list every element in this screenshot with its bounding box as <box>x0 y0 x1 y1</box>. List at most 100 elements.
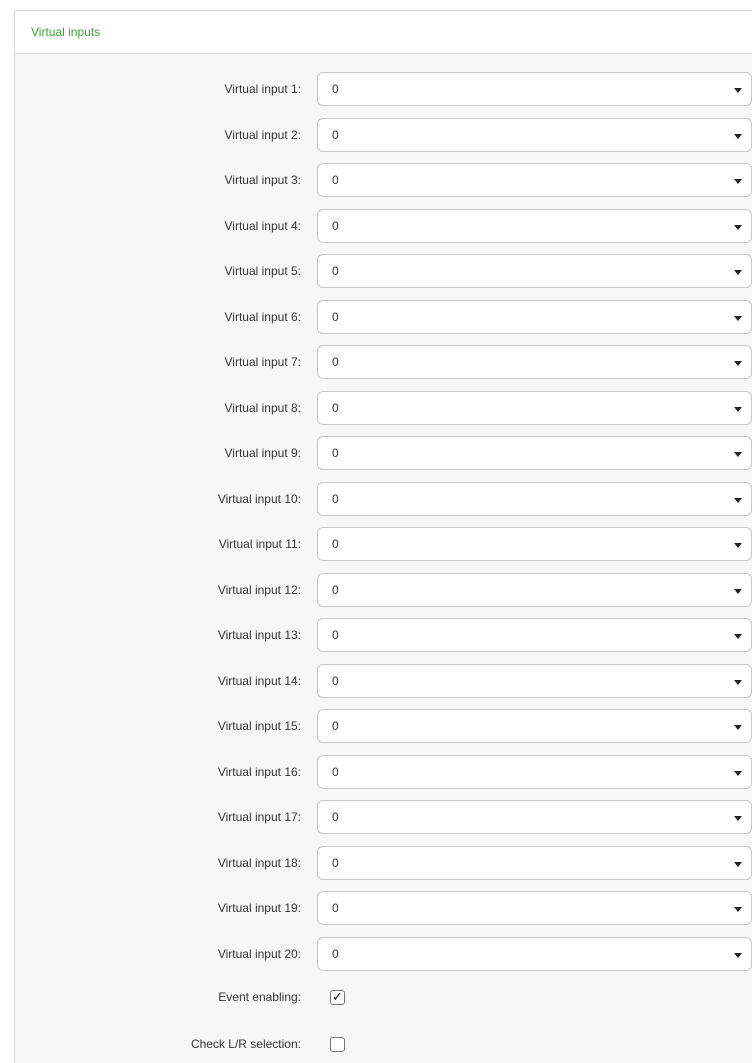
select-value: 0 <box>332 901 339 915</box>
virtual-input-2-select[interactable]: 0 <box>317 117 752 152</box>
select-value: 0 <box>332 218 339 233</box>
caret-down-icon <box>734 952 742 958</box>
caret-down-icon <box>734 543 742 548</box>
caret-down-icon <box>734 270 742 275</box>
virtual-input-14-select[interactable]: 0 <box>317 663 752 698</box>
virtual-input-6-select[interactable]: 0 <box>317 299 752 334</box>
virtual-input-label: Virtual input 13: <box>217 628 301 642</box>
select-value: 0 <box>332 628 339 642</box>
virtual-input-12-select[interactable]: 0 <box>317 572 752 607</box>
virtual-input-label: Virtual input 8: <box>224 400 302 415</box>
virtual-input-row-10: Virtual input 10: 0 <box>15 481 752 516</box>
caret-down-icon <box>734 452 742 457</box>
virtual-input-label: Virtual input 10: <box>217 491 301 506</box>
select-value: 0 <box>332 127 339 142</box>
virtual-input-4-select[interactable]: 0 <box>317 208 752 243</box>
caret-down-icon <box>734 861 742 867</box>
event-enabling-checkbox[interactable]: ✓ <box>330 990 345 1005</box>
select-value: 0 <box>332 173 339 187</box>
virtual-input-10-select[interactable]: 0 <box>317 481 752 516</box>
virtual-input-label: Virtual input 19: <box>217 901 301 915</box>
virtual-input-row-20: Virtual input 20: 0 <box>15 936 752 971</box>
caret-down-icon <box>734 88 742 93</box>
virtual-input-label: Virtual input 16: <box>217 764 301 779</box>
virtual-inputs-panel: Virtual inputs Virtual input 1: 0 Virtual … <box>14 10 752 1063</box>
caret-down-icon <box>734 224 742 230</box>
virtual-input-label: Virtual input 3: <box>224 173 302 187</box>
select-value: 0 <box>332 946 339 961</box>
caret-down-icon <box>734 725 742 730</box>
virtual-input-label: Virtual input 5: <box>224 264 302 278</box>
caret-down-icon <box>734 816 742 821</box>
panel-title: Virtual inputs <box>31 25 101 39</box>
virtual-input-8-select[interactable]: 0 <box>317 390 752 425</box>
select-value: 0 <box>332 582 339 597</box>
caret-down-icon <box>734 679 742 685</box>
select-value: 0 <box>332 82 339 96</box>
virtual-input-row-18: Virtual input 18: 0 <box>15 845 752 880</box>
select-value: 0 <box>332 446 339 460</box>
virtual-input-15-select[interactable]: 0 <box>317 709 752 743</box>
virtual-input-11-select[interactable]: 0 <box>317 527 752 561</box>
virtual-input-13-select[interactable]: 0 <box>317 618 752 652</box>
virtual-input-row-15: Virtual input 15: 0 <box>15 709 752 743</box>
select-value: 0 <box>332 673 339 688</box>
select-value: 0 <box>332 264 339 278</box>
select-value: 0 <box>332 309 339 324</box>
virtual-input-row-12: Virtual input 12: 0 <box>15 572 752 607</box>
virtual-input-5-select[interactable]: 0 <box>317 254 752 288</box>
caret-down-icon <box>734 179 742 184</box>
virtual-input-row-3: Virtual input 3: 0 <box>15 163 752 197</box>
virtual-input-row-1: Virtual input 1: 0 <box>15 72 752 106</box>
virtual-input-3-select[interactable]: 0 <box>317 163 752 197</box>
select-value: 0 <box>332 400 339 415</box>
select-value: 0 <box>332 491 339 506</box>
virtual-input-7-select[interactable]: 0 <box>317 345 752 379</box>
caret-down-icon <box>734 361 742 366</box>
virtual-input-row-4: Virtual input 4: 0 <box>15 208 752 243</box>
virtual-input-17-select[interactable]: 0 <box>317 800 752 834</box>
virtual-input-20-select[interactable]: 0 <box>317 936 752 971</box>
virtual-input-label: Virtual input 1: <box>224 82 302 96</box>
virtual-input-row-19: Virtual input 19: 0 <box>15 891 752 925</box>
check-lr-selection-label: Check L/R selection: <box>190 1037 301 1051</box>
virtual-input-label: Virtual input 18: <box>217 855 301 870</box>
virtual-input-9-select[interactable]: 0 <box>317 436 752 470</box>
virtual-input-row-14: Virtual input 14: 0 <box>15 663 752 698</box>
virtual-input-label: Virtual input 20: <box>217 946 301 961</box>
caret-down-icon <box>734 133 742 139</box>
select-value: 0 <box>332 355 339 369</box>
virtual-input-19-select[interactable]: 0 <box>317 891 752 925</box>
event-enabling-label: Event enabling: <box>218 990 301 1004</box>
virtual-input-row-9: Virtual input 9: 0 <box>15 436 752 470</box>
check-lr-selection-row: Check L/R selection: ✓ <box>15 1030 752 1058</box>
virtual-input-18-select[interactable]: 0 <box>317 845 752 880</box>
caret-down-icon <box>734 634 742 639</box>
caret-down-icon <box>734 315 742 321</box>
virtual-input-label: Virtual input 11: <box>218 537 301 551</box>
virtual-input-row-8: Virtual input 8: 0 <box>15 390 752 425</box>
virtual-input-label: Virtual input 14: <box>217 673 301 688</box>
virtual-input-row-16: Virtual input 16: 0 <box>15 754 752 789</box>
select-value: 0 <box>332 764 339 779</box>
virtual-input-label: Virtual input 17: <box>217 810 301 824</box>
checkmark-icon: ✓ <box>332 990 343 1005</box>
virtual-input-label: Virtual input 7: <box>224 355 302 369</box>
virtual-input-label: Virtual input 9: <box>224 446 302 460</box>
virtual-input-16-select[interactable]: 0 <box>317 754 752 789</box>
virtual-input-1-select[interactable]: 0 <box>317 72 752 106</box>
select-value: 0 <box>332 810 339 824</box>
virtual-input-row-17: Virtual input 17: 0 <box>15 800 752 834</box>
event-enabling-row: Event enabling: ✓ <box>15 983 752 1011</box>
caret-down-icon <box>734 497 742 503</box>
virtual-input-label: Virtual input 2: <box>224 127 302 142</box>
caret-down-icon <box>734 588 742 594</box>
check-lr-selection-checkbox[interactable]: ✓ <box>330 1037 345 1052</box>
select-value: 0 <box>332 719 339 733</box>
virtual-input-label: Virtual input 15: <box>217 719 301 733</box>
virtual-input-label: Virtual input 4: <box>224 218 302 233</box>
caret-down-icon <box>734 406 742 412</box>
virtual-input-row-13: Virtual input 13: 0 <box>15 618 752 652</box>
caret-down-icon <box>734 770 742 776</box>
virtual-input-label: Virtual input 12: <box>217 582 301 597</box>
